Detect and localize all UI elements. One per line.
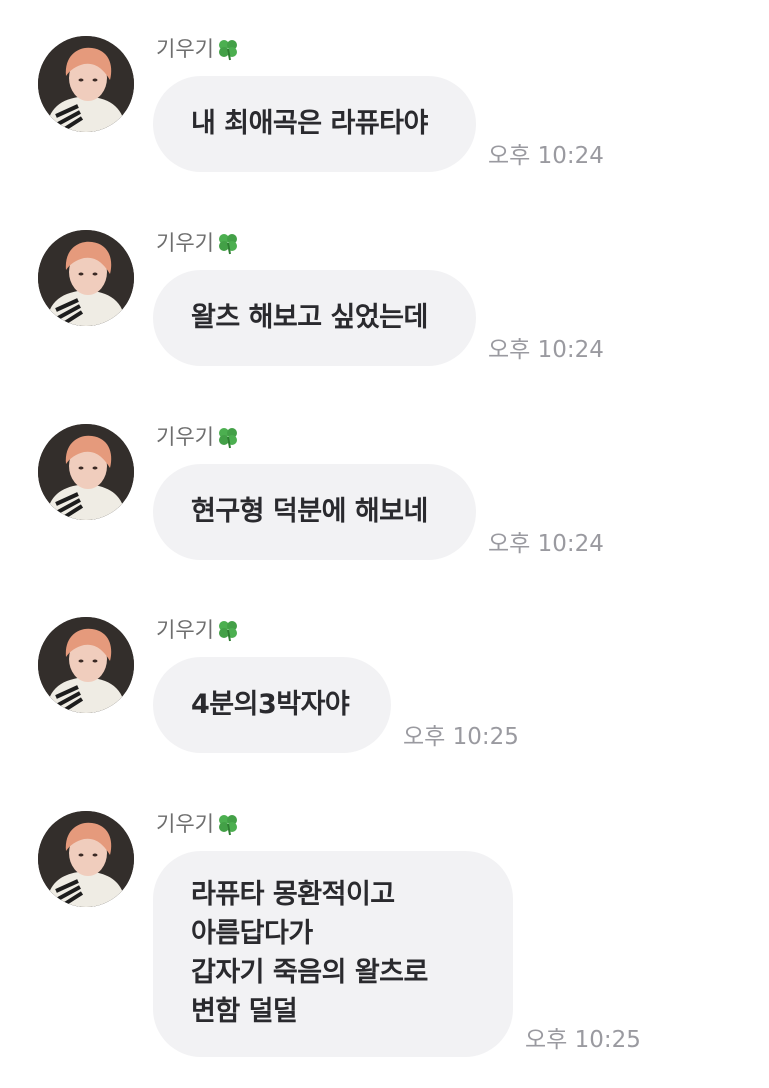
avatar[interactable] bbox=[38, 424, 134, 520]
avatar[interactable] bbox=[38, 811, 134, 907]
message-line: 라퓨타 몽환적이고 bbox=[191, 879, 395, 910]
avatar-photo bbox=[38, 36, 134, 132]
sender-name-text: 기우기 bbox=[156, 812, 214, 836]
message-text: 4분의3박자야 bbox=[191, 689, 350, 720]
message-bubble[interactable]: 현구형 덕분에 해보네 bbox=[153, 464, 476, 560]
message-timestamp: 오후 10:25 bbox=[525, 1027, 641, 1053]
four-leaf-clover-icon bbox=[218, 428, 237, 449]
message-text: 왈츠 해보고 싶었는데 bbox=[191, 302, 428, 333]
four-leaf-clover-icon bbox=[218, 815, 237, 836]
message-bubble[interactable]: 왈츠 해보고 싶었는데 bbox=[153, 270, 476, 366]
sender-name-text: 기우기 bbox=[156, 37, 214, 61]
sender-name: 기우기 bbox=[156, 36, 240, 62]
sender-name-text: 기우기 bbox=[156, 618, 214, 642]
sender-name: 기우기 bbox=[156, 811, 240, 837]
sender-name: 기우기 bbox=[156, 424, 240, 450]
message-timestamp: 오후 10:25 bbox=[403, 724, 519, 750]
sender-name-text: 기우기 bbox=[156, 425, 214, 449]
avatar-photo bbox=[38, 811, 134, 907]
message-timestamp: 오후 10:24 bbox=[488, 337, 604, 363]
chat-message-list: 기우기 내 최애곡은 라퓨타야 오후 10:24 기우기 왈츠 해보고 싶었는데… bbox=[0, 0, 769, 1088]
message-text: 현구형 덕분에 해보네 bbox=[191, 496, 428, 527]
message-bubble[interactable]: 4분의3박자야 bbox=[153, 657, 391, 753]
message-text: 내 최애곡은 라퓨타야 bbox=[191, 108, 428, 139]
avatar[interactable] bbox=[38, 36, 134, 132]
avatar-photo bbox=[38, 230, 134, 326]
four-leaf-clover-icon bbox=[218, 40, 237, 61]
avatar[interactable] bbox=[38, 617, 134, 713]
message-bubble[interactable]: 라퓨타 몽환적이고 아름답다가 갑자기 죽음의 왈츠로 변함 덜덜 bbox=[153, 851, 513, 1057]
sender-name: 기우기 bbox=[156, 617, 240, 643]
message-line: 변함 덜덜 bbox=[191, 996, 298, 1027]
avatar-photo bbox=[38, 424, 134, 520]
message-bubble[interactable]: 내 최애곡은 라퓨타야 bbox=[153, 76, 476, 172]
avatar-photo bbox=[38, 617, 134, 713]
avatar[interactable] bbox=[38, 230, 134, 326]
four-leaf-clover-icon bbox=[218, 621, 237, 642]
sender-name-text: 기우기 bbox=[156, 231, 214, 255]
sender-name: 기우기 bbox=[156, 230, 240, 256]
message-line: 아름답다가 bbox=[191, 918, 313, 949]
four-leaf-clover-icon bbox=[218, 234, 237, 255]
message-timestamp: 오후 10:24 bbox=[488, 531, 604, 557]
message-line: 갑자기 죽음의 왈츠로 bbox=[191, 957, 428, 988]
message-timestamp: 오후 10:24 bbox=[488, 143, 604, 169]
